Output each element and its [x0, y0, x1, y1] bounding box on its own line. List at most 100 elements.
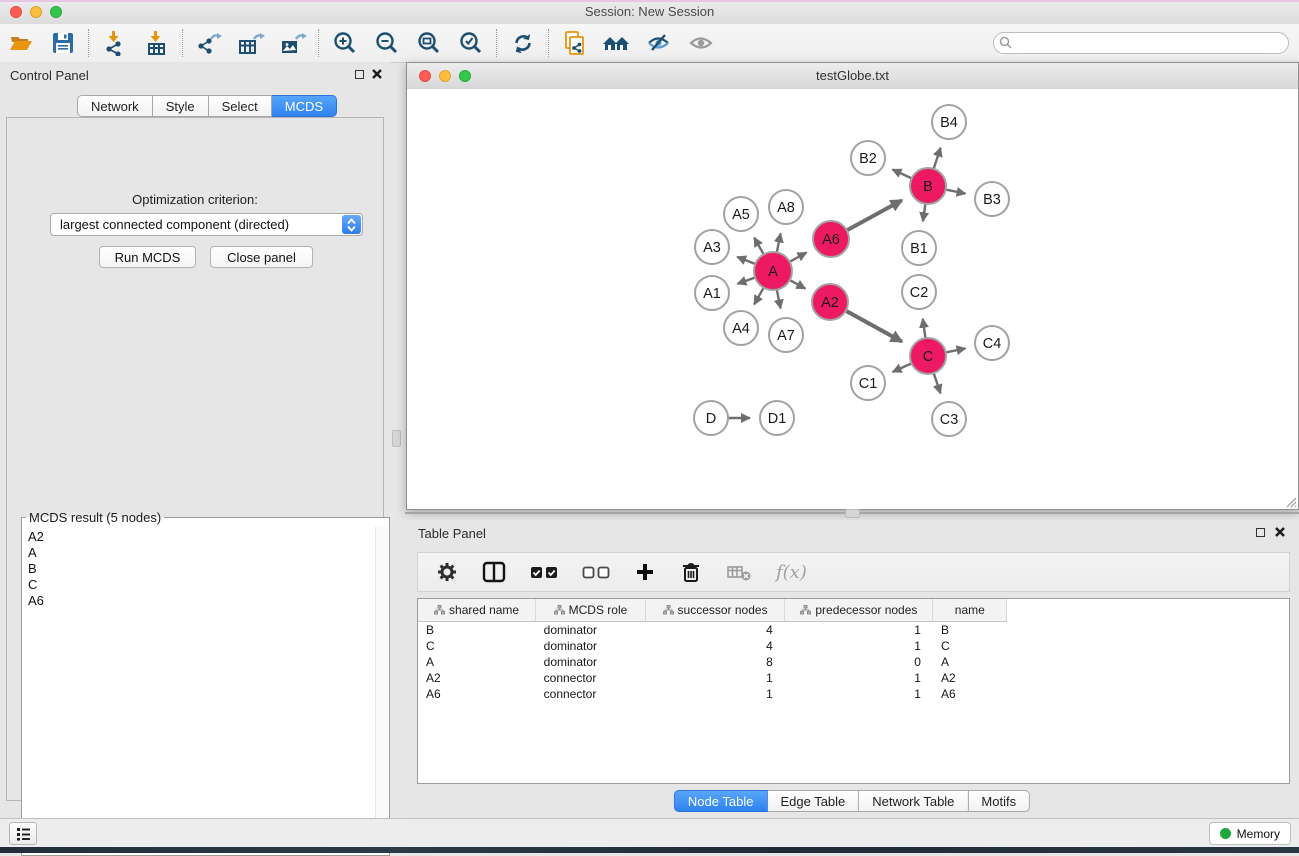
table-row[interactable]: Bdominator41B: [418, 622, 1289, 639]
first-neighbors-icon[interactable]: [596, 26, 638, 60]
toggle-column-view-icon[interactable]: [482, 561, 506, 583]
graph-node-D[interactable]: D: [694, 401, 728, 435]
search-input[interactable]: [993, 32, 1289, 54]
delete-table-icon[interactable]: [726, 561, 752, 583]
graph-node-A3[interactable]: A3: [695, 230, 729, 264]
graph-edge-B-B2[interactable]: [892, 169, 911, 178]
table-row[interactable]: Cdominator41C: [418, 638, 1289, 654]
criterion-select[interactable]: largest connected component (directed): [50, 213, 363, 236]
graph-node-C3[interactable]: C3: [932, 402, 966, 436]
mcds-result-item[interactable]: B: [28, 561, 375, 577]
graph-edge-A-A4[interactable]: [754, 288, 763, 305]
mcds-result-item[interactable]: A6: [28, 593, 375, 609]
column-header-shared-name[interactable]: shared name: [418, 599, 536, 622]
show-all-eye-icon[interactable]: [680, 26, 722, 60]
network-canvas[interactable]: B4 B2 B B3 A5 A8 A6 A3 B1 A A1 C2 A2 A4 A7 C4 C C1 C3 D D1: [407, 89, 1298, 509]
tab-edge-table[interactable]: Edge Table: [767, 790, 859, 812]
zoom-in-icon[interactable]: [324, 26, 366, 60]
graph-node-A8[interactable]: A8: [769, 190, 803, 224]
tab-motifs[interactable]: Motifs: [968, 790, 1030, 812]
graph-edge-C-C2[interactable]: [923, 319, 926, 338]
tab-select[interactable]: Select: [209, 95, 272, 117]
graph-node-D1[interactable]: D1: [760, 401, 794, 435]
export-image-icon[interactable]: [272, 26, 314, 60]
graph-edge-B-B4[interactable]: [934, 148, 941, 169]
graph-node-A[interactable]: A: [754, 252, 792, 290]
delete-column-icon[interactable]: [680, 561, 702, 583]
zoom-fit-icon[interactable]: [408, 26, 450, 60]
graph-edge-C-C4[interactable]: [946, 348, 966, 352]
save-session-icon[interactable]: [42, 26, 84, 60]
graph-edge-B-B1[interactable]: [923, 204, 926, 221]
task-history-list-icon[interactable]: [9, 822, 37, 845]
graph-edge-A-A6[interactable]: [790, 253, 807, 262]
column-header-successor-nodes[interactable]: successor nodes: [645, 599, 784, 622]
run-mcds-button[interactable]: Run MCDS: [99, 246, 196, 268]
graph-node-A6[interactable]: A6: [813, 221, 849, 257]
graph-edge-B-B3[interactable]: [946, 190, 966, 194]
column-header-MCDS-role[interactable]: MCDS role: [536, 599, 646, 622]
result-scrollbar[interactable]: [375, 527, 388, 853]
graph-edge-A-A1[interactable]: [737, 277, 755, 283]
mcds-result-item[interactable]: A: [28, 545, 375, 561]
tab-node-table[interactable]: Node Table: [674, 790, 768, 812]
vertical-split-grip[interactable]: [392, 430, 401, 447]
close-panel-button[interactable]: Close panel: [210, 246, 313, 268]
clone-network-icon[interactable]: [554, 26, 596, 60]
select-all-checkboxes-icon[interactable]: [530, 561, 558, 583]
float-panel-icon[interactable]: [355, 70, 364, 79]
deselect-all-checkboxes-icon[interactable]: [582, 561, 610, 583]
graph-node-C2[interactable]: C2: [902, 275, 936, 309]
export-network-icon[interactable]: [188, 26, 230, 60]
graph-node-A4[interactable]: A4: [724, 311, 758, 345]
zoom-selected-icon[interactable]: [450, 26, 492, 60]
graph-node-A1[interactable]: A1: [695, 276, 729, 310]
mcds-result-item[interactable]: A2: [28, 529, 375, 545]
graph-node-A5[interactable]: A5: [724, 197, 758, 231]
graph-node-B2[interactable]: B2: [851, 141, 885, 175]
graph-edge-A6-B[interactable]: [847, 200, 902, 230]
float-table-panel-icon[interactable]: [1256, 528, 1265, 537]
graph-node-B3[interactable]: B3: [975, 182, 1009, 216]
memory-button[interactable]: Memory: [1209, 822, 1291, 845]
graph-node-C4[interactable]: C4: [975, 326, 1009, 360]
tab-mcds[interactable]: MCDS: [272, 95, 337, 117]
graph-edge-A-A2[interactable]: [790, 280, 806, 289]
network-window-titlebar[interactable]: testGlobe.txt: [407, 63, 1298, 90]
graph-node-B4[interactable]: B4: [932, 105, 966, 139]
refresh-icon[interactable]: [502, 26, 544, 60]
table-row[interactable]: A2connector11A2: [418, 670, 1289, 686]
graph-node-C1[interactable]: C1: [851, 366, 885, 400]
export-table-icon[interactable]: [230, 26, 272, 60]
function-builder-icon[interactable]: f(x): [776, 562, 807, 583]
graph-node-C[interactable]: C: [910, 338, 946, 374]
add-column-icon[interactable]: [634, 561, 656, 583]
graph-node-A7[interactable]: A7: [769, 318, 803, 352]
graph-edge-A-A8[interactable]: [777, 233, 781, 252]
graph-edge-A-A7[interactable]: [777, 290, 781, 309]
tab-network[interactable]: Network: [77, 95, 153, 117]
tab-style[interactable]: Style: [153, 95, 209, 117]
column-header-predecessor-nodes[interactable]: predecessor nodes: [785, 599, 933, 622]
graph-edge-A-A3[interactable]: [737, 257, 755, 264]
open-session-icon[interactable]: [0, 26, 42, 60]
graph-edge-C-C3[interactable]: [934, 373, 941, 393]
graph-edge-C-C1[interactable]: [893, 363, 912, 372]
graph-node-B1[interactable]: B1: [902, 231, 936, 265]
column-header-name[interactable]: name: [933, 599, 1007, 622]
close-table-panel-icon[interactable]: [1274, 526, 1286, 538]
graph-edge-A2-C[interactable]: [846, 311, 902, 342]
zoom-out-icon[interactable]: [366, 26, 408, 60]
mcds-result-item[interactable]: C: [28, 577, 375, 593]
import-network-icon[interactable]: [94, 26, 136, 60]
tab-network-table[interactable]: Network Table: [859, 790, 968, 812]
resize-corner[interactable]: [1284, 495, 1297, 508]
hide-selected-icon[interactable]: [638, 26, 680, 60]
horizontal-split-grip[interactable]: [845, 509, 860, 518]
graph-edge-A-A5[interactable]: [754, 238, 763, 255]
table-row[interactable]: A6connector11A6: [418, 686, 1289, 702]
close-panel-icon[interactable]: [371, 68, 383, 80]
graph-node-A2[interactable]: A2: [812, 284, 848, 320]
graph-node-B[interactable]: B: [910, 168, 946, 204]
import-table-icon[interactable]: [136, 26, 178, 60]
